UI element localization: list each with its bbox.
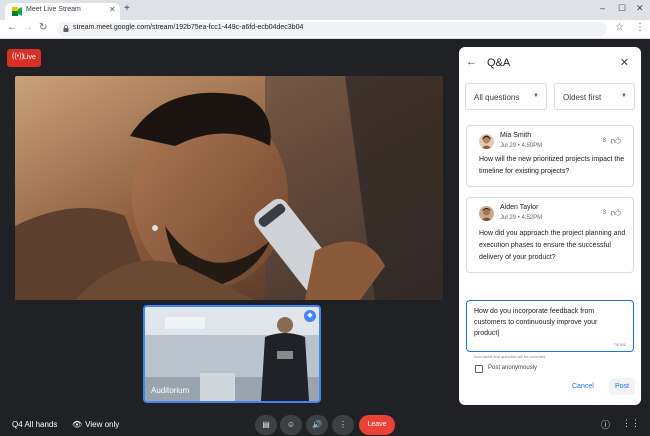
upvote-count: 8 [602,138,606,144]
back-arrow-icon[interactable]: ← [7,22,17,33]
volume-button[interactable]: 🔊 [306,415,328,435]
char-count: 79/300 [613,342,626,347]
pip-label: Auditorium [151,386,190,395]
pin-icon[interactable]: ◆ [304,310,316,322]
sort-order-select[interactable]: Oldest first ▼ [554,83,635,110]
question-filter-select[interactable]: All questions ▼ [465,83,547,110]
maximize-button[interactable]: ☐ [618,3,626,14]
browser-toolbar: ← → ↻ stream.meet.google.com/stream/192b… [0,20,650,39]
tab-title: Meet Live Stream [26,6,81,13]
browser-tab[interactable]: Meet Live Stream ✕ [5,3,120,20]
reload-icon[interactable]: ↻ [39,22,47,33]
tab-close-icon[interactable]: ✕ [109,5,116,14]
more-vert-icon: ⋮ [339,420,347,429]
captions-icon: ▤ [262,420,270,429]
sort-value: Oldest first [563,93,602,102]
question-text: How will the new prioritized projects im… [479,156,625,175]
new-tab-button[interactable]: + [124,3,130,14]
view-only-label: View only [85,420,120,429]
view-only-status: 👁 View only [72,420,119,429]
qa-title: Q&A [487,57,511,69]
cancel-button[interactable]: Cancel [572,383,594,390]
thumbs-up-icon[interactable]: 👍︎ [611,207,621,219]
speaker-video-image [15,76,443,300]
leave-button[interactable]: Leave [359,415,395,435]
caret-down-icon: ▼ [621,93,627,99]
auditorium-video-tile[interactable]: ◆ Auditorium [143,305,321,403]
live-badge: ((•)) Live [7,49,41,67]
caret-down-icon: ▼ [533,93,539,99]
more-options-button[interactable]: ⋮ [332,415,354,435]
meet-favicon-icon [12,7,22,16]
question-input-text: How do you incorporate feedback from cus… [474,308,598,337]
main-video-feed [15,76,443,300]
info-icon[interactable]: ⓘ [601,418,610,431]
post-anonymously-label: Post anonymously [488,365,538,371]
question-author: Aiden Taylor [500,204,539,211]
forward-arrow-icon[interactable]: → [23,22,33,33]
reactions-button[interactable]: ☺ [280,415,302,435]
avatar [479,206,494,221]
window-close-button[interactable]: ✕ [636,3,644,14]
address-bar[interactable]: stream.meet.google.com/stream/192b75ea-f… [57,22,607,36]
bookmark-star-icon[interactable]: ☆ [615,22,624,33]
thumbs-up-icon[interactable]: 👍︎ [611,135,621,147]
question-author: Mia Smith [500,132,532,139]
meeting-name: Q4 All hands [12,420,58,429]
live-broadcast-icon: ((•)) [12,53,24,60]
url-text: stream.meet.google.com/stream/192b75ea-f… [73,24,304,31]
volume-icon: 🔊 [312,420,322,429]
eye-icon: 👁 [72,420,83,429]
question-time: Jul 29 • 4:50PM [500,143,543,149]
back-arrow-icon[interactable]: ← [466,56,477,68]
post-anonymously-checkbox[interactable] [475,365,483,373]
captions-button[interactable]: ▤ [255,415,277,435]
question-helper-text: Your name and question will be recorded [473,354,546,359]
question-input[interactable]: How do you incorporate feedback from cus… [466,300,634,352]
question-card: Mia Smith Jul 29 • 4:50PM 8 👍︎ How will … [466,125,634,187]
apps-grid-icon[interactable]: ⋮⋮ [622,418,640,429]
minimize-button[interactable]: – [600,3,605,13]
filter-value: All questions [474,93,520,102]
browser-menu-icon[interactable]: ⋮ [635,22,645,33]
lock-icon [63,25,69,32]
browser-tab-strip: Meet Live Stream ✕ + – ☐ ✕ [0,0,650,20]
live-label: Live [23,54,36,61]
post-button[interactable]: Post [609,378,635,395]
question-time: Jul 29 • 4:52PM [500,215,543,221]
question-card: Aiden Taylor Jul 29 • 4:52PM 3 👍︎ How di… [466,197,634,273]
qa-panel: ← Q&A ✕ All questions ▼ Oldest first ▼ M… [459,47,641,405]
close-icon[interactable]: ✕ [620,56,629,69]
question-text: How did you approach the project plannin… [479,230,626,261]
emoji-icon: ☺ [286,420,296,429]
upvote-count: 3 [602,210,606,216]
avatar [479,134,494,149]
